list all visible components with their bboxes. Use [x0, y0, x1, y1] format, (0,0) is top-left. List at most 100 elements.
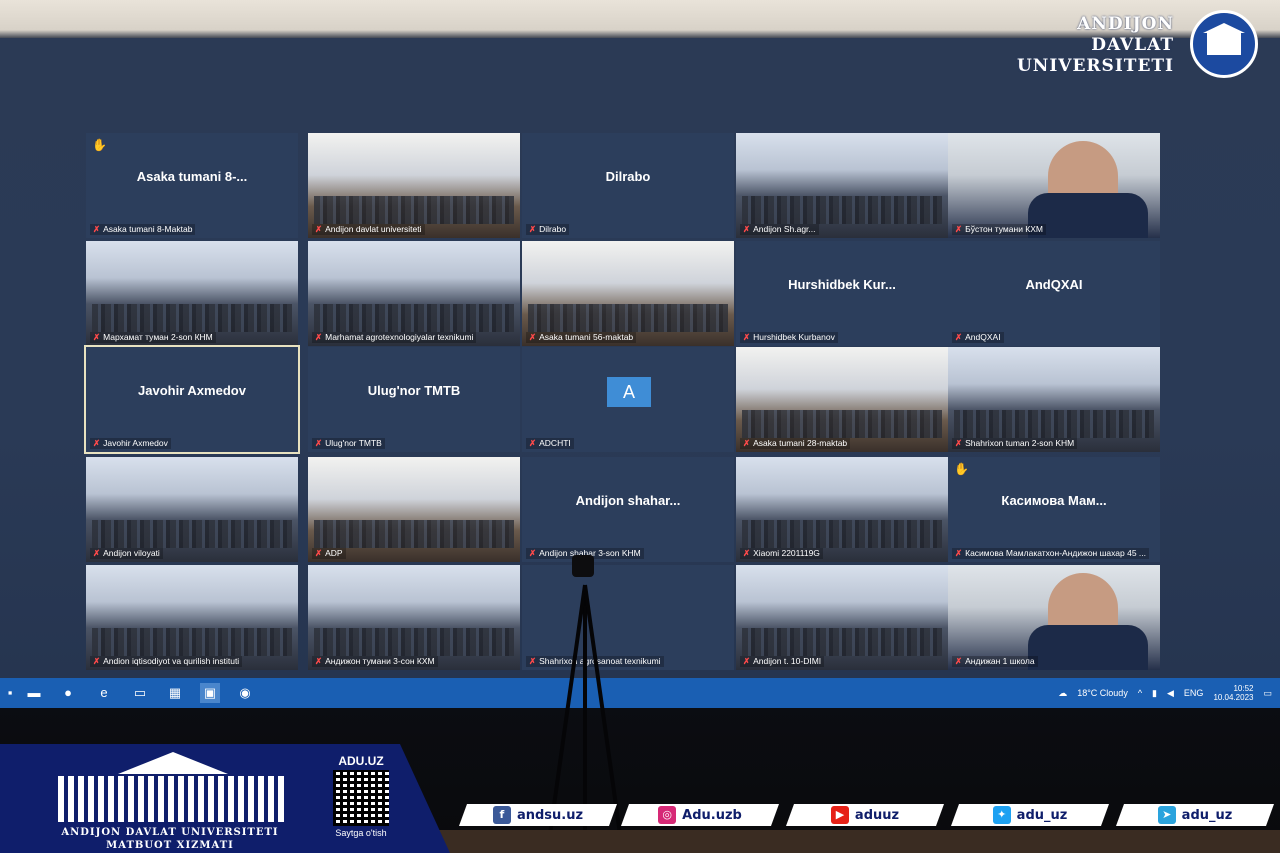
muted-mic-icon: ✗ [529, 656, 537, 666]
muted-mic-icon: ✗ [743, 332, 751, 342]
participant-tile[interactable]: ✗ Андижан 1 школа [948, 565, 1160, 670]
raised-hand-icon: ✋ [92, 138, 107, 152]
language-indicator[interactable]: ENG [1184, 683, 1204, 703]
chevron-up-icon[interactable]: ^ [1138, 683, 1142, 703]
participant-tile[interactable]: Asaka tumani 8-... ✋ ✗ Asaka tumani 8-Makta… [86, 133, 298, 238]
participant-tile[interactable]: ✗ Andijon viloyati [86, 457, 298, 562]
social-handle: adu_uz [1016, 807, 1068, 823]
university-building-icon [58, 752, 288, 822]
network-icon[interactable]: ▮ [1152, 683, 1157, 703]
participant-label: ✗ Marhamat agrotexnologiyalar texnikumi [312, 332, 477, 343]
participant-tile[interactable]: Andijon shahar... ✗ Andijon shahar 3-son K… [522, 457, 734, 562]
participant-label-text: Xiaomi 2201119G [753, 548, 820, 558]
participant-tile[interactable]: Javohir Axmedov ✗ Javohir Axmedov [84, 345, 300, 454]
participant-display-name: Hurshidbek Kur... [788, 277, 896, 292]
desk-surface [430, 830, 1280, 853]
participant-tile[interactable]: Dilrabo ✗ Dilrabo [522, 133, 734, 238]
muted-mic-icon: ✗ [529, 332, 537, 342]
participant-label-text: Андижон тумани 3-сон КХМ [325, 656, 435, 666]
taskview-icon[interactable]: ▭ [130, 683, 150, 703]
clock[interactable]: 10:52 10.04.2023 [1213, 684, 1253, 702]
muted-mic-icon: ✗ [743, 548, 751, 558]
store-icon[interactable]: ▦ [165, 683, 185, 703]
press-service-banner: ANDIJON DAVLAT UNIVERSITETI MATBUOT XIZM… [0, 744, 450, 853]
participant-display-name: Asaka tumani 8-... [136, 169, 248, 184]
participant-label: ✗ Andijon t. 10-DIMI [740, 656, 825, 667]
participant-display-name: Dilrabo [605, 169, 651, 184]
participant-tile[interactable]: ✗ Asaka tumani 28-maktab [736, 347, 948, 452]
video-feed [742, 196, 942, 224]
photo-stage: Asaka tumani 8-... ✋ ✗ Asaka tumani 8-Makta… [0, 0, 1280, 853]
participant-tile[interactable]: ✗ Asaka tumani 56-maktab [522, 241, 734, 346]
participant-tile[interactable]: ✗ Shahrixon tuman 2-son KHM [948, 347, 1160, 452]
social-link[interactable]: ✦ adu_uz [950, 804, 1110, 826]
participant-label: ✗ Asaka tumani 28-maktab [740, 438, 851, 449]
participant-tile[interactable]: ✗ Andijon davlat universiteti [308, 133, 520, 238]
participant-label: ✗ Andijon davlat universiteti [312, 224, 425, 235]
participant-tile[interactable]: Ulug'nor TMTB ✗ Ulug'nor TMTB [308, 347, 520, 452]
participant-tile[interactable]: ✗ Andijon t. 10-DIMI [736, 565, 948, 670]
telegram-icon: ➤ [1157, 806, 1176, 824]
participant-label-text: Asaka tumani 8-Maktab [103, 224, 193, 234]
participant-tile[interactable]: ✗ Андижон тумани 3-сон КХМ [308, 565, 520, 670]
muted-mic-icon: ✗ [315, 438, 323, 448]
muted-mic-icon: ✗ [315, 656, 323, 666]
university-line-3: UNIVERSITETI [1016, 56, 1174, 76]
participant-label: ✗ Dilrabo [526, 224, 570, 235]
participant-label: ✗ Xiaomi 2201119G [740, 548, 823, 559]
participant-tile[interactable]: Касимова Мам... ✋ ✗ Касимова Мамлакатхон-Ан… [948, 457, 1160, 562]
participant-tile[interactable]: ✗ Andion iqtisodiyot va qurilish institut… [86, 565, 298, 670]
notification-icon[interactable]: ▭ [1263, 683, 1272, 703]
windows-start-icon[interactable]: ▪ [0, 683, 20, 703]
social-link[interactable]: ◎ Adu.uzb [620, 804, 780, 826]
participant-tile[interactable]: ✗ ADP [308, 457, 520, 562]
participant-label-text: Hurshidbek Kurbanov [753, 332, 835, 342]
edge-icon[interactable]: e [94, 683, 114, 703]
participant-label-text: Shahrixon tuman 2-son KHM [965, 438, 1075, 448]
participant-tile[interactable]: ✗ Shahrixon agrosanoat texnikumi [522, 565, 734, 670]
muted-mic-icon: ✗ [743, 656, 751, 666]
participant-tile[interactable]: ✗ Мархамат туман 2-son КНМ [86, 241, 298, 346]
participant-label: ✗ Hurshidbek Kurbanov [740, 332, 838, 343]
participant-tile[interactable]: Hurshidbek Kur... ✗ Hurshidbek Kurbanov [736, 241, 948, 346]
participant-tile[interactable]: ✗ Andijon Sh.agr... [736, 133, 948, 238]
social-links: f andsu.uz ◎ Adu.uzb ▶ aduuz ✦ adu_uz ➤ adu_uz [455, 804, 1275, 828]
banner-title-line-2: MATBUOT XIZMATI [106, 840, 234, 851]
windows-taskbar: ▪ ▬ ● e ▭ ▦ ▣ ◉ ☁ 18°C Cloudy ^ ▮ ◀ ENG … [0, 678, 1280, 708]
participant-label-text: Ulug'nor TMTB [325, 438, 382, 448]
university-line-1: ANDIJON [1077, 14, 1174, 34]
participant-tile[interactable]: AndQXAI ✗ AndQXAI [948, 241, 1160, 346]
participant-tile[interactable]: ✗ Xiaomi 2201119G [736, 457, 948, 562]
qr-block[interactable]: ADU.UZ Saytga o'tish [330, 754, 392, 844]
participant-label: ✗ Asaka tumani 56-maktab [526, 332, 637, 343]
participant-label: ✗ Андижон тумани 3-сон КХМ [312, 656, 438, 667]
muted-mic-icon: ✗ [315, 224, 323, 234]
muted-mic-icon: ✗ [529, 224, 537, 234]
chat-icon[interactable]: ● [58, 683, 78, 703]
instagram-icon: ◎ [658, 806, 677, 824]
video-feed [314, 304, 514, 332]
social-link[interactable]: f andsu.uz [458, 804, 618, 826]
participant-label-text: Javohir Axmedov [103, 438, 168, 448]
participant-tile[interactable]: ✗ Marhamat agrotexnologiyalar texnikumi [308, 241, 520, 346]
banner-title-line-1: ANDIJON DAVLAT UNIVERSITETI [61, 827, 279, 838]
participant-tile[interactable]: A ✗ ADCHTI [522, 347, 734, 452]
twitter-icon: ✦ [992, 806, 1011, 824]
participant-label: ✗ Ulug'nor TMTB [312, 438, 385, 449]
participant-label: ✗ ADCHTI [526, 438, 574, 449]
folder-icon[interactable]: ▬ [24, 683, 44, 703]
zoom-app-icon[interactable]: ▣ [200, 683, 220, 703]
participant-label: ✗ Andijon Sh.agr... [740, 224, 819, 235]
volume-icon[interactable]: ◀ [1167, 683, 1174, 703]
participant-tile[interactable]: ✗ Бўстон тумани КХМ [948, 133, 1160, 238]
participant-label: ✗ Andion iqtisodiyot va qurilish institut… [90, 656, 243, 667]
participant-avatar: A [607, 377, 651, 407]
participant-label-text: Asaka tumani 28-maktab [753, 438, 848, 448]
muted-mic-icon: ✗ [955, 548, 963, 558]
participant-label-text: Бўстон тумани КХМ [965, 224, 1044, 234]
social-link[interactable]: ▶ aduuz [785, 804, 945, 826]
muted-mic-icon: ✗ [955, 332, 963, 342]
chrome-icon[interactable]: ◉ [235, 683, 255, 703]
social-link[interactable]: ➤ adu_uz [1115, 804, 1275, 826]
participant-label-text: Asaka tumani 56-maktab [539, 332, 634, 342]
